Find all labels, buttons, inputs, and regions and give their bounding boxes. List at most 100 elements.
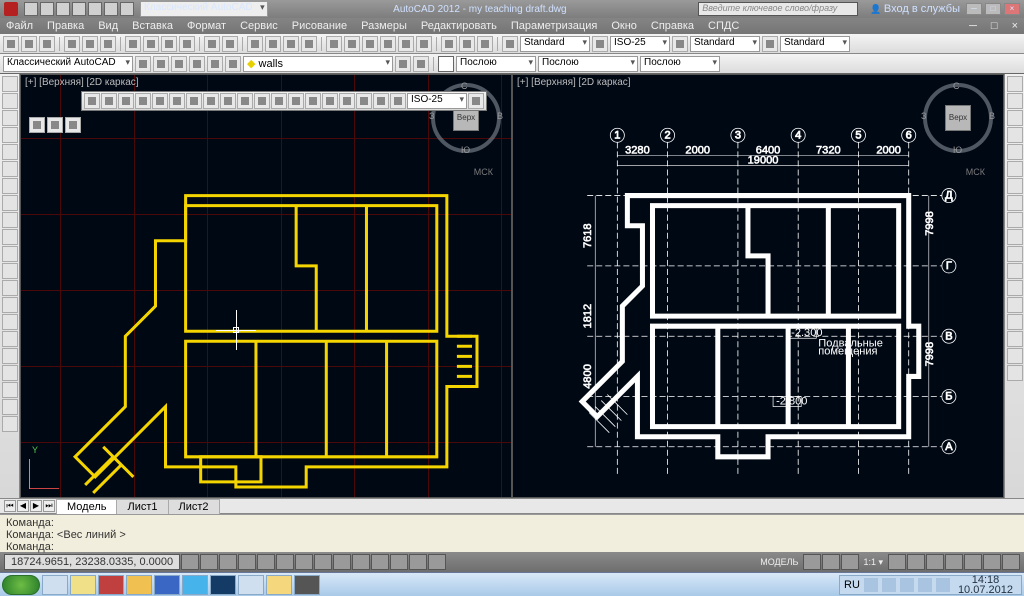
dimlinear-icon[interactable] bbox=[84, 93, 100, 109]
taskbar-app2-icon[interactable] bbox=[238, 575, 264, 595]
array-icon[interactable] bbox=[1007, 144, 1023, 160]
dimarc-icon[interactable] bbox=[135, 93, 151, 109]
ws-switch-icon[interactable] bbox=[926, 554, 944, 570]
hatch-icon[interactable] bbox=[459, 36, 475, 52]
dimupdate-icon[interactable] bbox=[390, 93, 406, 109]
lwt-icon[interactable] bbox=[352, 554, 370, 570]
menu-file[interactable]: Файл bbox=[6, 20, 33, 32]
gridmode-icon[interactable] bbox=[200, 554, 218, 570]
ray-icon[interactable] bbox=[2, 229, 18, 245]
viewport-left[interactable]: [+] [Верхняя] [2D каркас] bbox=[20, 74, 512, 498]
menu-modify[interactable]: Редактировать bbox=[421, 20, 497, 32]
tolerance-icon[interactable] bbox=[288, 93, 304, 109]
coords-readout[interactable]: 18724.9651, 23238.0335, 0.0000 bbox=[4, 554, 180, 570]
mtext-a-icon[interactable]: A bbox=[502, 36, 518, 52]
menu-view[interactable]: Вид bbox=[98, 20, 118, 32]
boundary-icon[interactable] bbox=[2, 348, 18, 364]
menu-window[interactable]: Окно bbox=[611, 20, 637, 32]
fillet-icon[interactable] bbox=[1007, 314, 1023, 330]
dyn-icon[interactable] bbox=[333, 554, 351, 570]
mleader-style-combo[interactable]: Standard bbox=[780, 36, 850, 52]
viewcube-right[interactable]: Верх С Ю В З bbox=[923, 83, 993, 153]
point-icon[interactable] bbox=[2, 246, 18, 262]
break-icon[interactable] bbox=[1007, 263, 1023, 279]
tab-layout2[interactable]: Лист2 bbox=[168, 499, 220, 514]
lineweight-combo[interactable]: Послою bbox=[640, 56, 720, 72]
dimjogged-icon[interactable] bbox=[186, 93, 202, 109]
undo-icon[interactable] bbox=[204, 36, 220, 52]
dimtedit-icon[interactable] bbox=[373, 93, 389, 109]
preview-icon[interactable] bbox=[82, 36, 98, 52]
taskbar-photoshop-icon[interactable] bbox=[210, 575, 236, 595]
qat-undo-icon[interactable] bbox=[104, 2, 118, 16]
dimbreak-icon[interactable] bbox=[271, 93, 287, 109]
dim-style-combo[interactable]: ISO-25 bbox=[610, 36, 670, 52]
qat-redo-icon[interactable] bbox=[120, 2, 134, 16]
extend-icon[interactable] bbox=[1007, 246, 1023, 262]
sign-in-link[interactable]: 👤 Вход в службы bbox=[870, 3, 960, 15]
table-style-combo[interactable]: Standard bbox=[690, 36, 760, 52]
rotate-icon[interactable] bbox=[1007, 178, 1023, 194]
copy-icon[interactable] bbox=[143, 36, 159, 52]
taskbar-folder-icon[interactable] bbox=[266, 575, 292, 595]
menu-insert[interactable]: Вставка bbox=[132, 20, 173, 32]
move-icon[interactable] bbox=[1007, 161, 1023, 177]
markup-icon[interactable] bbox=[398, 36, 414, 52]
gradient-icon[interactable] bbox=[2, 399, 18, 415]
tab-layout1[interactable]: Лист1 bbox=[116, 499, 168, 514]
lengthen-icon[interactable] bbox=[1007, 365, 1023, 381]
quickview-icon[interactable] bbox=[803, 554, 821, 570]
dimedit-icon[interactable] bbox=[356, 93, 372, 109]
vp-config-icon[interactable] bbox=[29, 117, 45, 133]
viewport-right[interactable]: [+] [Верхняя] [2D каркас] Верх С Ю В З М… bbox=[512, 74, 1004, 498]
circle-icon[interactable] bbox=[2, 110, 18, 126]
mirror-icon[interactable] bbox=[1007, 110, 1023, 126]
vp-single-icon[interactable] bbox=[65, 117, 81, 133]
taskbar-explorer-icon[interactable] bbox=[42, 575, 68, 595]
modelspace-toggle[interactable]: МОДЕЛЬ bbox=[760, 557, 798, 567]
mleaderstyle-icon[interactable] bbox=[762, 36, 778, 52]
mline-icon[interactable] bbox=[2, 331, 18, 347]
tray-upd-icon[interactable] bbox=[936, 578, 950, 592]
command-line[interactable]: Команда: Команда: <Вес линий > Команда: bbox=[0, 514, 1024, 552]
tray-av-icon[interactable] bbox=[918, 578, 932, 592]
pan-icon[interactable] bbox=[247, 36, 263, 52]
cleanscreen-icon[interactable] bbox=[1002, 554, 1020, 570]
qp-icon[interactable] bbox=[390, 554, 408, 570]
offset-icon[interactable] bbox=[1007, 127, 1023, 143]
dimbaseline-icon[interactable] bbox=[220, 93, 236, 109]
zoom-icon[interactable] bbox=[265, 36, 281, 52]
layeriso-icon[interactable] bbox=[171, 56, 187, 72]
explode-icon[interactable] bbox=[1007, 331, 1023, 347]
layerlock-icon[interactable] bbox=[225, 56, 241, 72]
join-icon[interactable] bbox=[1007, 280, 1023, 296]
vp-left-label[interactable]: [+] [Верхняя] [2D каркас] bbox=[25, 77, 139, 88]
otrack-icon[interactable] bbox=[295, 554, 313, 570]
qat-print-icon[interactable] bbox=[88, 2, 102, 16]
annoscale-icon[interactable] bbox=[841, 554, 859, 570]
app-logo-icon[interactable] bbox=[4, 2, 18, 16]
open-icon[interactable] bbox=[21, 36, 37, 52]
layermatch-icon[interactable] bbox=[395, 56, 411, 72]
vp-named-icon[interactable] bbox=[47, 117, 63, 133]
layerprev-icon[interactable] bbox=[413, 56, 429, 72]
tray-vol-icon[interactable] bbox=[900, 578, 914, 592]
copy-obj-icon[interactable] bbox=[1007, 93, 1023, 109]
paste-icon[interactable] bbox=[161, 36, 177, 52]
helix-icon[interactable] bbox=[2, 382, 18, 398]
doc-close-button[interactable]: × bbox=[1012, 20, 1018, 32]
zoomwin-icon[interactable] bbox=[283, 36, 299, 52]
tpy-icon[interactable] bbox=[371, 554, 389, 570]
zoomprev-icon[interactable] bbox=[301, 36, 317, 52]
tray-flag-icon[interactable] bbox=[864, 578, 878, 592]
revcloud-icon[interactable] bbox=[2, 280, 18, 296]
dimstylectl-icon[interactable] bbox=[468, 93, 484, 109]
vp-right-label[interactable]: [+] [Верхняя] [2D каркас] bbox=[517, 77, 631, 88]
stretch-icon[interactable] bbox=[1007, 212, 1023, 228]
hatch2-icon[interactable] bbox=[2, 178, 18, 194]
tab-last-icon[interactable]: ⏭ bbox=[43, 500, 55, 512]
dimdiameter-icon[interactable] bbox=[169, 93, 185, 109]
menu-parametric[interactable]: Параметризация bbox=[511, 20, 597, 32]
layerfreeze-icon[interactable] bbox=[207, 56, 223, 72]
block-icon[interactable] bbox=[441, 36, 457, 52]
